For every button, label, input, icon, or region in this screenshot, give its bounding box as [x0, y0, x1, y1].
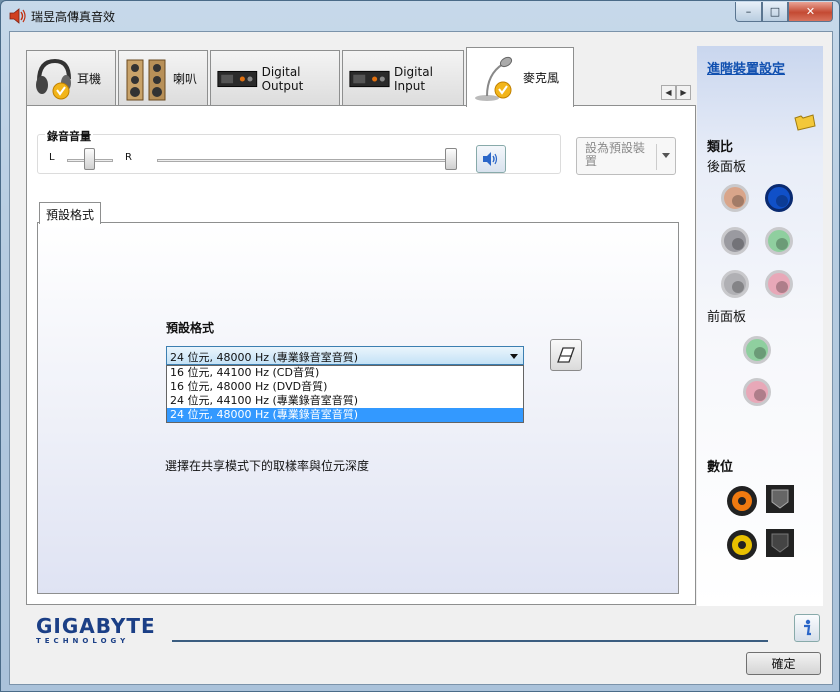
format-option[interactable]: 16 位元, 44100 Hz (CD音質)	[167, 366, 523, 380]
tab-scroller: ◀ ▶	[661, 85, 691, 100]
tab-headphones[interactable]: 耳機	[26, 50, 116, 106]
info-button[interactable]	[794, 614, 820, 642]
jack-rear-gray-2[interactable]	[721, 270, 749, 298]
format-option[interactable]: 16 位元, 48000 Hz (DVD音質)	[167, 380, 523, 394]
close-button[interactable]: ✕	[788, 2, 833, 22]
ok-button[interactable]: 確定	[746, 652, 821, 675]
optical-out-icon[interactable]	[765, 484, 795, 514]
headphones-icon	[36, 58, 71, 99]
window-title: 瑞昱高傳真音效	[31, 10, 116, 24]
tab-digital-input[interactable]: Digital Input	[342, 50, 464, 106]
gigabyte-logo: GIGABYTE TECHNOLOGY	[36, 616, 156, 646]
tab-digital-output[interactable]: Digital Output	[210, 50, 340, 106]
volume-track	[157, 159, 457, 162]
format-description: 選擇在共享模式下的取樣率與位元深度	[165, 459, 370, 473]
recording-volume-title: 錄音音量	[45, 128, 93, 144]
tab-default-format[interactable]: 預設格式	[39, 202, 102, 224]
mute-button[interactable]	[476, 145, 506, 173]
jack-rear-gray[interactable]	[721, 227, 749, 255]
dialog-client: 耳機 喇叭 Digital Output Digital Input 麥克風 ◀…	[9, 31, 833, 685]
jack-rear-blue[interactable]	[765, 184, 793, 212]
coaxial-yellow-icon[interactable]	[725, 528, 759, 562]
restore-default-format-button[interactable]	[550, 339, 582, 371]
speaker-icon	[9, 8, 26, 24]
footer-divider	[172, 640, 768, 642]
jack-front-green[interactable]	[743, 336, 771, 364]
jack-rear-orange[interactable]	[721, 184, 749, 212]
tab-microphone[interactable]: 麥克風	[466, 47, 574, 107]
rear-panel-label: 後面板	[707, 160, 747, 175]
tab-label: 喇叭	[173, 72, 198, 86]
microphone-icon	[475, 56, 513, 101]
tab-speakers[interactable]: 喇叭	[118, 50, 208, 106]
default-format-panel: 預設格式 24 位元, 48000 Hz (專業錄音室音質) 16 位元, 44…	[37, 222, 679, 594]
tab-label: 麥克風	[523, 71, 560, 85]
default-format-label: 預設格式	[166, 321, 215, 335]
tab-label: Digital Input	[393, 64, 433, 93]
jack-front-pink[interactable]	[743, 378, 771, 406]
scroll-left-icon[interactable]: ◀	[661, 85, 676, 100]
eraser-icon	[557, 347, 575, 363]
info-icon	[804, 619, 811, 636]
balance-right-label: R	[125, 152, 132, 163]
microphone-panel: 錄音音量 L R 設為預設裝置 預設格式 預設格式 24 位元, 48000 H…	[26, 105, 696, 605]
balance-left-label: L	[49, 152, 55, 163]
title-bar: 瑞昱高傳真音效 – □ ✕	[1, 1, 839, 31]
set-default-device-button[interactable]: 設為預設裝置	[576, 137, 676, 175]
format-selected-value: 24 位元, 48000 Hz (專業錄音室音質)	[170, 351, 359, 364]
advanced-device-settings-link[interactable]: 進階裝置設定	[707, 58, 785, 77]
format-select[interactable]: 24 位元, 48000 Hz (專業錄音室音質)	[166, 346, 524, 365]
format-option-highlighted[interactable]: 24 位元, 48000 Hz (專業錄音室音質)	[167, 408, 523, 422]
speaker-volume-icon	[483, 152, 498, 166]
format-dropdown-list: 16 位元, 44100 Hz (CD音質) 16 位元, 48000 Hz (…	[166, 365, 524, 423]
chevron-down-icon	[662, 153, 670, 158]
volume-slider[interactable]	[445, 148, 457, 170]
tab-label: Digital Output	[261, 64, 304, 93]
format-option[interactable]: 24 位元, 44100 Hz (專業錄音室音質)	[167, 394, 523, 408]
chevron-down-icon	[510, 354, 518, 359]
logo-brand: GIGABYTE	[36, 614, 156, 638]
maximize-button[interactable]: □	[762, 2, 788, 22]
minimize-button[interactable]: –	[735, 2, 762, 22]
tab-label: 耳機	[77, 72, 102, 86]
optical-in-icon[interactable]	[765, 528, 795, 558]
balance-slider[interactable]	[84, 148, 95, 170]
connector-pane: 進階裝置設定 類比 後面板 前面板 數位	[697, 46, 823, 606]
front-panel-label: 前面板	[707, 310, 747, 325]
analog-section-title: 類比	[707, 140, 734, 155]
set-default-label: 設為預設裝置	[585, 141, 646, 168]
jack-rear-pink[interactable]	[765, 270, 793, 298]
digital-output-icon	[217, 70, 258, 87]
scroll-right-icon[interactable]: ▶	[676, 85, 691, 100]
folder-icon[interactable]	[793, 112, 817, 132]
coaxial-orange-icon[interactable]	[725, 484, 759, 518]
digital-section-title: 數位	[707, 460, 734, 475]
digital-input-icon	[349, 70, 390, 87]
device-tabs: 耳機 喇叭 Digital Output Digital Input 麥克風	[26, 47, 576, 107]
jack-rear-green[interactable]	[765, 227, 793, 255]
app-window: 瑞昱高傳真音效 – □ ✕ 耳機 喇叭 Digital Output Digit…	[0, 0, 840, 692]
speakers-icon	[126, 59, 166, 100]
